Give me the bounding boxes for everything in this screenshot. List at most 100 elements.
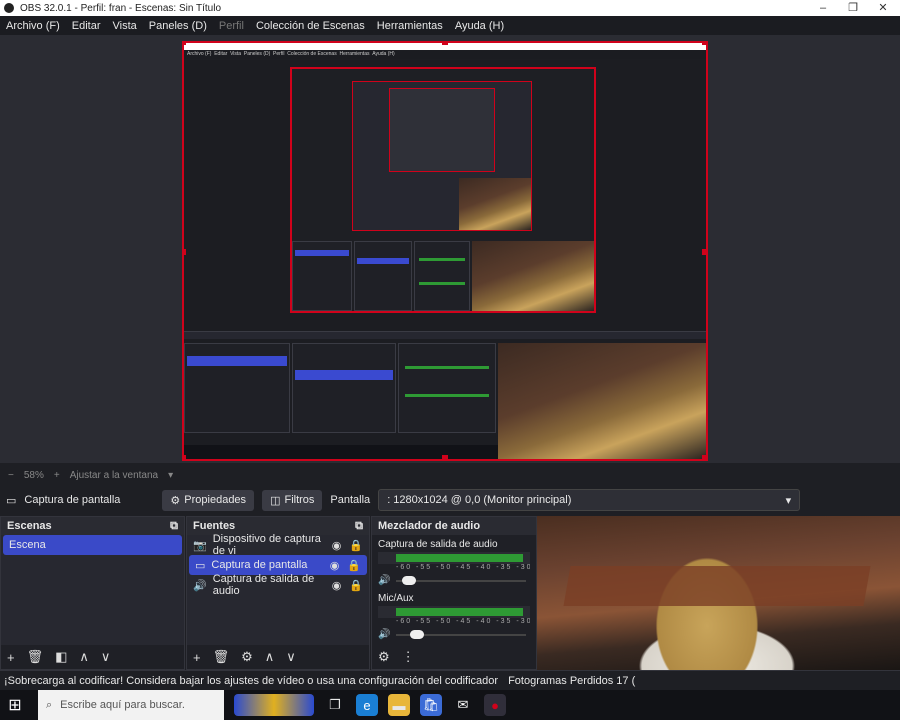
- source-item[interactable]: 📷 Dispositivo de captura de vi ◉ 🔒: [187, 533, 369, 557]
- meter-fill: [396, 608, 523, 616]
- speaker-icon: 🔊: [193, 579, 207, 592]
- volume-knob[interactable]: [410, 630, 424, 639]
- menu-vista[interactable]: Vista: [113, 20, 137, 32]
- meter-fill: [396, 554, 523, 562]
- obs-logo-icon: [4, 3, 14, 13]
- encoder-warning: ¡Sobrecarga al codificar! Considera baja…: [4, 674, 499, 687]
- preview-canvas[interactable]: Archivo (F) Editar Vista Paneles (D) Per…: [182, 41, 708, 461]
- display-select[interactable]: : 1280x1024 @ 0,0 (Monitor principal) ▾: [378, 489, 801, 511]
- undock-icon[interactable]: ⧉: [170, 520, 178, 533]
- filters-button[interactable]: ◫ Filtros: [262, 489, 323, 511]
- source-item[interactable]: ▭ Captura de pantalla ◉ 🔒: [189, 555, 367, 575]
- scenes-dock: Escenas ⧉ Escena + 🗑 ◧ ∧ ∨: [0, 516, 185, 670]
- menu-coleccion-escenas[interactable]: Colección de Escenas: [256, 20, 365, 32]
- move-up-icon[interactable]: ∧: [265, 649, 275, 665]
- status-bar: ¡Sobrecarga al codificar! Considera baja…: [0, 670, 900, 690]
- audio-mixer-dock: Mezclador de audio Captura de salida de …: [371, 516, 537, 670]
- properties-button[interactable]: ⚙ Propiedades: [162, 489, 255, 511]
- add-source-button[interactable]: +: [193, 650, 201, 665]
- volume-knob[interactable]: [402, 576, 416, 585]
- obs-taskbar-icon[interactable]: ●: [484, 694, 506, 716]
- move-down-icon[interactable]: ∨: [286, 649, 296, 665]
- sources-list: 📷 Dispositivo de captura de vi ◉ 🔒 ▭ Capt…: [187, 533, 369, 645]
- windows-taskbar: ⊞ ⌕ Escribe aquí para buscar. ❐ e ▬ 🛍 ✉ …: [0, 690, 900, 720]
- windows-start-icon[interactable]: ⊞: [2, 690, 28, 720]
- audio-meter: [378, 606, 530, 618]
- filter-icon: ◫: [270, 494, 281, 507]
- zoom-value: 58%: [23, 469, 44, 481]
- preview-area[interactable]: Archivo (F) Editar Vista Paneles (D) Per…: [0, 35, 900, 463]
- speaker-icon[interactable]: 🔊: [378, 575, 390, 586]
- sources-title: Fuentes: [193, 520, 236, 532]
- chevron-down-icon: ▾: [785, 494, 792, 507]
- display-label: Pantalla: [330, 494, 371, 506]
- chevron-down-icon[interactable]: ▾: [168, 470, 173, 481]
- minimize-button[interactable]: –: [808, 0, 838, 16]
- kebab-menu-icon[interactable]: ⋮: [402, 649, 415, 665]
- source-toolbar: ▭ Captura de pantalla ⚙ Propiedades ◫ Filt…: [0, 485, 900, 515]
- scene-item[interactable]: Escena: [3, 535, 182, 555]
- maximize-button[interactable]: ❐: [838, 0, 868, 16]
- lock-icon[interactable]: 🔒: [349, 579, 363, 592]
- task-view-icon[interactable]: ❐: [324, 694, 346, 716]
- mail-icon[interactable]: ✉: [452, 694, 474, 716]
- menu-archivo[interactable]: Archivo (F): [6, 20, 60, 32]
- source-label: Captura de salida de audio: [212, 573, 315, 597]
- zoom-out-icon[interactable]: −: [8, 470, 14, 481]
- meter-ticks: -60 -55 -50 -45 -40 -35 -30 -25 -20 -15: [396, 564, 530, 571]
- selected-source-name: Captura de pantalla: [24, 494, 121, 506]
- eye-icon[interactable]: ◉: [332, 539, 342, 552]
- menu-herramientas[interactable]: Herramientas: [377, 20, 443, 32]
- menu-perfil[interactable]: Perfil: [219, 20, 244, 32]
- camera-icon: 📷: [193, 539, 207, 552]
- volume-slider[interactable]: 🔊: [378, 575, 530, 586]
- fit-window-button[interactable]: Ajustar a la ventana: [70, 470, 158, 481]
- game-banner-icon[interactable]: [234, 694, 314, 716]
- zoom-in-icon[interactable]: +: [54, 470, 60, 481]
- dropped-frames: Fotogramas Perdidos 17 (: [508, 674, 636, 687]
- eye-icon[interactable]: ◉: [332, 579, 342, 592]
- menu-ayuda[interactable]: Ayuda (H): [455, 20, 504, 32]
- sources-dock: Fuentes ⧉ 📷 Dispositivo de captura de vi …: [186, 516, 370, 670]
- window-title: OBS 32.0.1 - Perfil: fran - Escenas: Sin…: [20, 2, 222, 14]
- search-icon: ⌕: [46, 698, 53, 711]
- undock-icon[interactable]: ⧉: [355, 520, 363, 533]
- mixer-title: Mezclador de audio: [378, 520, 481, 532]
- menu-editar[interactable]: Editar: [72, 20, 101, 32]
- menu-paneles[interactable]: Paneles (D): [149, 20, 207, 32]
- monitor-icon: ▭: [6, 494, 17, 507]
- gear-icon[interactable]: ⚙: [241, 649, 253, 665]
- source-label: Captura de pantalla: [211, 559, 308, 571]
- advanced-audio-icon[interactable]: ⚙: [378, 649, 390, 665]
- add-scene-button[interactable]: +: [7, 650, 15, 665]
- scene-filters-icon[interactable]: ◧: [55, 649, 67, 665]
- trash-icon[interactable]: 🗑: [27, 649, 44, 665]
- close-button[interactable]: ✕: [868, 0, 898, 16]
- eye-icon[interactable]: ◉: [330, 559, 340, 572]
- properties-label: Propiedades: [184, 494, 247, 506]
- recursive-capture: Archivo (F) Editar Vista Paneles (D) Per…: [184, 43, 706, 459]
- audio-meter: [378, 552, 530, 564]
- zoom-bar: − 58% + Ajustar a la ventana ▾: [0, 465, 900, 485]
- store-icon[interactable]: 🛍: [420, 694, 442, 716]
- speaker-icon[interactable]: 🔊: [378, 629, 390, 640]
- channel-name: Mic/Aux: [378, 593, 414, 604]
- volume-slider[interactable]: 🔊: [378, 629, 530, 640]
- move-down-icon[interactable]: ∨: [101, 649, 111, 665]
- source-item[interactable]: 🔊 Captura de salida de audio ◉ 🔒: [187, 573, 369, 597]
- lock-icon[interactable]: 🔒: [349, 539, 363, 552]
- trash-icon[interactable]: 🗑: [213, 649, 230, 665]
- menu-bar: Archivo (F) Editar Vista Paneles (D) Per…: [0, 16, 900, 35]
- mixer-channels: Captura de salida de audio -60 -55 -50 -…: [372, 535, 536, 645]
- edge-browser-icon[interactable]: e: [356, 694, 378, 716]
- lock-icon[interactable]: 🔒: [347, 559, 361, 572]
- gear-icon: ⚙: [170, 494, 181, 507]
- channel-name: Captura de salida de audio: [378, 539, 498, 550]
- file-explorer-icon[interactable]: ▬: [388, 694, 410, 716]
- monitor-icon: ▭: [195, 559, 206, 572]
- move-up-icon[interactable]: ∧: [79, 649, 89, 665]
- source-label: Dispositivo de captura de vi: [212, 533, 321, 557]
- filters-label: Filtros: [284, 494, 315, 506]
- taskbar-search[interactable]: ⌕ Escribe aquí para buscar.: [38, 690, 224, 720]
- webcam-preview: [537, 516, 900, 670]
